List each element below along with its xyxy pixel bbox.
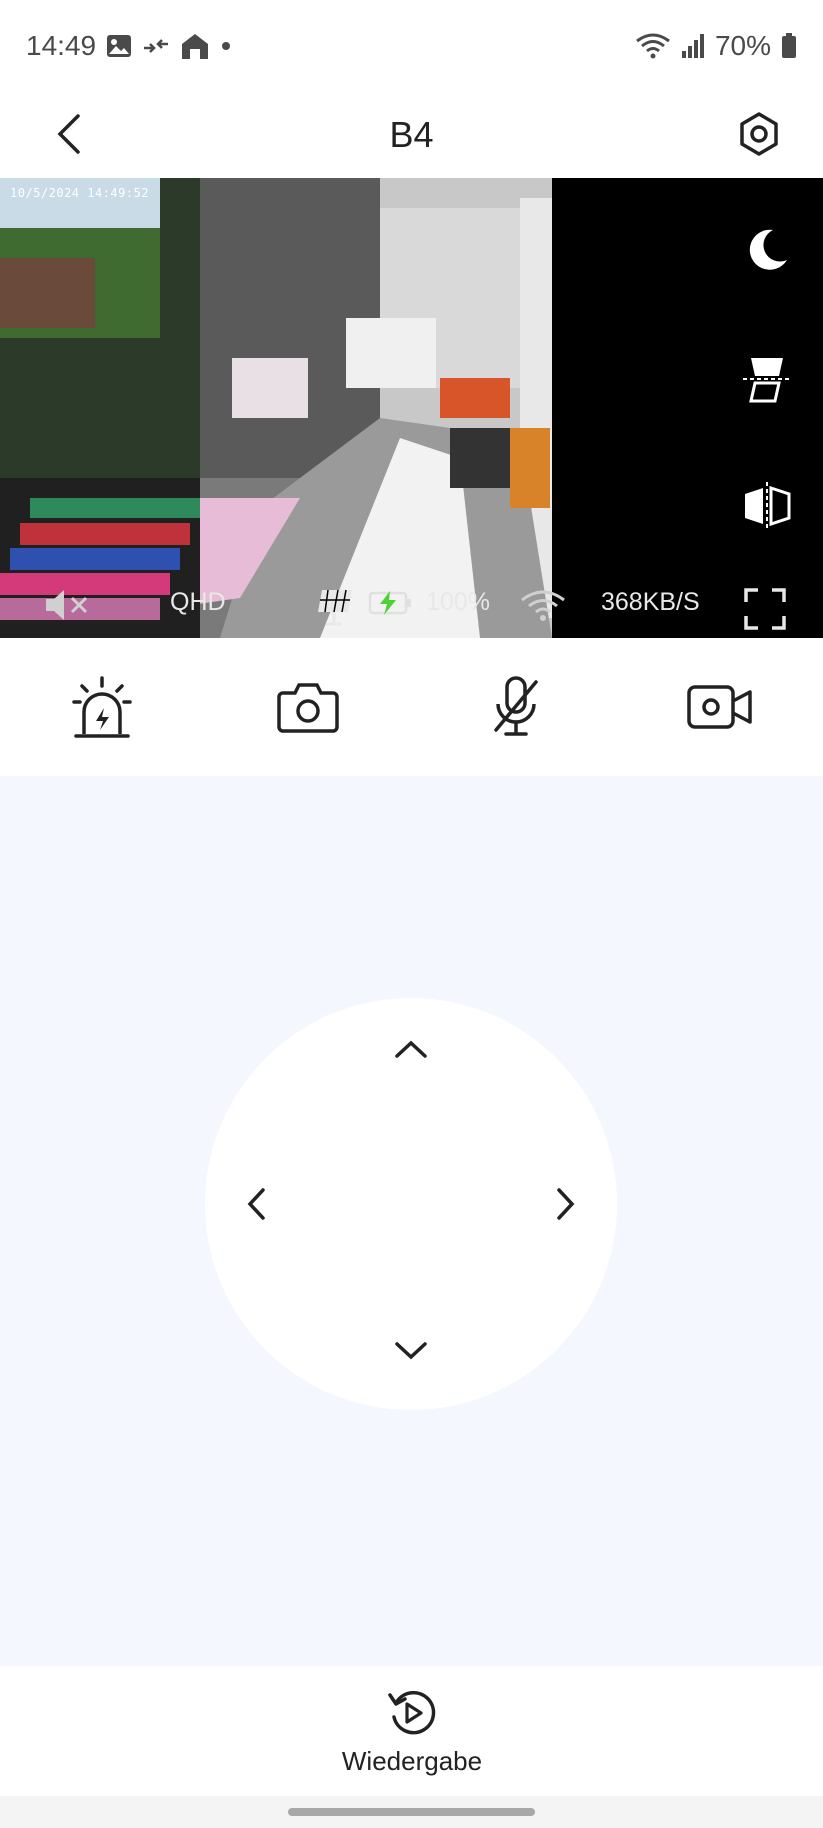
battery-charging-icon	[368, 588, 412, 625]
chevron-up-icon	[395, 1040, 427, 1058]
signal-icon	[681, 33, 705, 59]
pan-left-button[interactable]	[229, 1177, 283, 1231]
wifi-icon	[635, 32, 671, 60]
quality-toggle[interactable]: QHD	[170, 588, 226, 617]
status-bar-left: 14:49	[26, 30, 232, 62]
status-time: 14:49	[26, 30, 97, 61]
chevron-left-icon	[247, 1188, 265, 1220]
wifi-icon	[520, 588, 566, 629]
video-record-icon	[687, 685, 752, 729]
snapshot-button[interactable]	[270, 672, 346, 742]
fullscreen-button[interactable]	[744, 588, 786, 637]
pan-right-button[interactable]	[539, 1177, 593, 1231]
settings-button[interactable]	[731, 106, 787, 162]
mirror-button[interactable]	[739, 478, 795, 534]
battery-percent: 70%	[714, 30, 771, 61]
camera-image	[0, 178, 552, 638]
solar-panel-icon	[316, 588, 358, 633]
flip-vertical-button[interactable]	[739, 352, 795, 408]
app-header: B4	[0, 92, 823, 178]
chevron-left-icon	[57, 114, 80, 154]
action-bar	[0, 638, 823, 776]
pan-down-button[interactable]	[384, 1324, 438, 1378]
mirror-icon	[745, 482, 791, 530]
mute-button[interactable]	[44, 588, 92, 629]
night-mode-icon	[749, 229, 787, 270]
ptz-joystick[interactable]	[205, 998, 617, 1410]
microphone-muted-icon	[494, 676, 538, 736]
home-gesture-bar[interactable]	[288, 1808, 535, 1816]
fullscreen-icon	[744, 588, 786, 630]
image-icon	[106, 34, 132, 58]
chevron-down-icon	[395, 1342, 427, 1360]
record-video-button[interactable]	[682, 672, 758, 742]
live-video-feed[interactable]: 10/5/2024 14:49:52 QHD 100% 368KB/S	[0, 178, 823, 638]
system-nav-bar	[0, 1796, 823, 1828]
home-icon	[180, 32, 210, 60]
data-transfer-icon	[142, 36, 170, 56]
battery-icon	[781, 33, 797, 59]
video-overlay-bar: QHD 100% 368KB/S	[0, 574, 823, 638]
siren-button[interactable]	[64, 672, 140, 742]
back-button[interactable]	[40, 106, 96, 162]
notification-dot-icon	[220, 40, 232, 52]
pan-up-button[interactable]	[384, 1022, 438, 1076]
status-bar-right: 70%	[635, 30, 797, 62]
video-timestamp: 10/5/2024 14:49:52	[10, 186, 150, 200]
page-title: B4	[389, 114, 434, 155]
siren-icon	[72, 676, 132, 738]
gear-hexagon-icon	[740, 112, 778, 156]
bitrate-readout: 368KB/S	[601, 588, 700, 616]
chevron-right-icon	[557, 1188, 575, 1220]
night-mode-button[interactable]	[739, 222, 795, 278]
flip-vertical-icon	[743, 358, 791, 403]
snapshot-camera-icon	[277, 683, 339, 733]
playback-button[interactable]: Wiedergabe	[320, 1686, 504, 1786]
status-bar: 14:49 70%	[0, 0, 823, 92]
playback-label: Wiedergabe	[341, 1746, 483, 1776]
battery-level: 100%	[426, 588, 490, 616]
mute-icon	[46, 590, 88, 620]
replay-icon	[385, 1686, 439, 1740]
microphone-button[interactable]	[478, 672, 554, 742]
ptz-control-area	[0, 776, 823, 1666]
bottom-bar: Wiedergabe	[0, 1666, 823, 1796]
